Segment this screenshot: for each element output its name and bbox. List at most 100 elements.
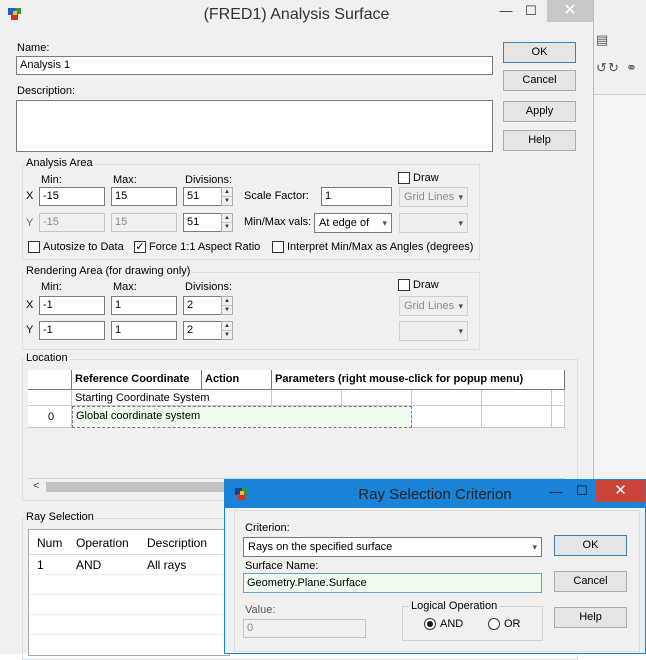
apply-button[interactable]: Apply	[503, 101, 576, 122]
or-radio[interactable]	[488, 618, 500, 630]
cancel-button[interactable]: Cancel	[503, 70, 576, 91]
value-label: Value:	[245, 604, 276, 616]
location-row-cell[interactable]	[482, 390, 552, 406]
maximize-button[interactable]: ☐	[570, 483, 594, 499]
autosize-label: Autosize to Data	[43, 241, 124, 253]
analysis-x-divisions-spinner[interactable]: ▲ ▼	[221, 187, 233, 206]
spin-down-icon[interactable]: ▼	[222, 331, 232, 339]
minmax-vals-select[interactable]: At edge of ▾	[314, 213, 392, 233]
scroll-left-icon[interactable]: <	[33, 480, 39, 492]
rendering-y-max-input[interactable]: 1	[111, 321, 177, 340]
analysis-y-divisions-spinner[interactable]: ▲ ▼	[221, 213, 233, 232]
autosize-checkbox[interactable]	[28, 241, 40, 253]
rendering-x-divisions-spinner[interactable]: ▲ ▼	[221, 296, 233, 315]
spin-up-icon[interactable]: ▲	[222, 188, 232, 197]
rendering-y-divisions-input[interactable]: 2	[183, 321, 222, 340]
ray-row-description: All rays	[147, 558, 187, 572]
analysis-y-divisions-input[interactable]: 51	[183, 213, 222, 232]
location-row-ref-selected[interactable]: Global coordinate system	[72, 406, 412, 428]
spin-down-icon[interactable]: ▼	[222, 306, 232, 314]
rendering-draw-label: Draw	[413, 279, 439, 291]
scale-factor-input[interactable]: 1	[321, 187, 392, 206]
location-row-cell[interactable]	[412, 406, 482, 428]
spin-up-icon[interactable]: ▲	[222, 297, 232, 306]
ray-header-description[interactable]: Description	[147, 536, 207, 550]
rendering-x-min-input[interactable]: -1	[39, 296, 105, 315]
dialog-ok-button[interactable]: OK	[554, 535, 627, 556]
location-header-action[interactable]: Action	[202, 370, 272, 390]
force-aspect-checkbox[interactable]: ✓	[134, 241, 146, 253]
surface-name-input[interactable]: Geometry.Plane.Surface	[243, 573, 542, 593]
value-input[interactable]: 0	[243, 619, 366, 638]
table-row[interactable]: 1 AND All rays	[29, 554, 229, 575]
location-row-cell[interactable]	[272, 390, 342, 406]
help-button[interactable]: Help	[503, 130, 576, 151]
dialog-help-button[interactable]: Help	[554, 607, 627, 628]
spin-down-icon[interactable]: ▼	[222, 197, 232, 205]
analysis-x-max-input[interactable]: 15	[111, 187, 177, 206]
ray-row-operation: AND	[76, 558, 102, 572]
analysis-x-min-input[interactable]: -15	[39, 187, 105, 206]
spin-up-icon[interactable]: ▲	[222, 214, 232, 223]
maximize-button[interactable]: ☐	[518, 2, 544, 22]
close-button[interactable]: ✕	[547, 0, 593, 22]
spin-up-icon[interactable]: ▲	[222, 322, 232, 331]
location-row-cell[interactable]	[552, 390, 565, 406]
location-row-cell[interactable]	[482, 406, 552, 428]
location-grid[interactable]: Reference Coordinate Action Parameters (…	[28, 370, 565, 496]
ray-header-num[interactable]: Num	[37, 536, 62, 550]
minimize-button[interactable]: —	[544, 484, 568, 499]
location-row-ref[interactable]: Starting Coordinate System	[72, 390, 272, 406]
location-header-parameters[interactable]: Parameters (right mouse-click for popup …	[272, 370, 565, 390]
rendering-area-title: Rendering Area (for drawing only)	[24, 265, 193, 277]
ray-selection-grid[interactable]: Num Operation Description 1 AND All rays	[28, 529, 230, 656]
analysis-color-select[interactable]: ▾	[399, 213, 468, 233]
interpret-angles-checkbox[interactable]	[272, 241, 284, 253]
spin-down-icon[interactable]: ▼	[222, 223, 232, 231]
dialog-cancel-button[interactable]: Cancel	[554, 571, 627, 592]
and-radio[interactable]	[424, 618, 436, 630]
minmax-vals-label: Min/Max vals:	[244, 216, 312, 228]
chevron-down-icon: ▾	[458, 192, 463, 202]
analysis-grid-lines-value: Grid Lines	[404, 191, 455, 203]
description-textarea[interactable]	[16, 100, 493, 152]
force-aspect-label: Force 1:1 Aspect Ratio	[149, 241, 261, 253]
rendering-y-min-input[interactable]: -1	[39, 321, 105, 340]
surface-name-label: Surface Name:	[245, 560, 319, 572]
background-toolbar: ▤ ↺ ↻ ⚭	[594, 0, 646, 95]
analysis-y-min-input[interactable]: -15	[39, 213, 105, 232]
analysis-x-divisions-input[interactable]: 51	[183, 187, 222, 206]
analysis-grid-lines-select[interactable]: Grid Lines ▾	[399, 187, 468, 207]
rendering-y-divisions-spinner[interactable]: ▲ ▼	[221, 321, 233, 340]
undo-icon[interactable]: ↺	[596, 60, 607, 76]
location-header-ref[interactable]: Reference Coordinate	[72, 370, 202, 390]
rendering-draw-checkbox[interactable]	[398, 279, 410, 291]
document-icon[interactable]: ▤	[596, 32, 608, 48]
location-row-cell[interactable]	[552, 406, 565, 428]
rendering-color-select[interactable]: ▾	[399, 321, 468, 341]
rendering-x-divisions-input[interactable]: 2	[183, 296, 222, 315]
criterion-select[interactable]: Rays on the specified surface ▾	[243, 537, 542, 557]
dialog-title-bar: Ray Selection Criterion — ☐ ✕	[225, 480, 645, 508]
location-row-cell[interactable]	[342, 390, 412, 406]
ok-button[interactable]: OK	[503, 42, 576, 63]
location-row-cell[interactable]	[412, 390, 482, 406]
name-input[interactable]: Analysis 1	[16, 56, 493, 75]
ray-selection-criterion-dialog: Ray Selection Criterion — ☐ ✕ Criterion:…	[224, 479, 646, 654]
rendering-y-label: Y	[26, 324, 34, 336]
ray-selection-title: Ray Selection	[24, 511, 96, 523]
analysis-divisions-label: Divisions:	[185, 174, 233, 186]
analysis-draw-checkbox[interactable]	[398, 172, 410, 184]
location-scroll-thumb[interactable]	[46, 482, 226, 492]
analysis-x-label: X	[26, 190, 34, 202]
ray-header-operation[interactable]: Operation	[76, 536, 129, 550]
binoculars-icon[interactable]: ⚭	[626, 60, 637, 76]
interpret-angles-label: Interpret Min/Max as Angles (degrees)	[287, 241, 474, 253]
analysis-y-max-input[interactable]: 15	[111, 213, 177, 232]
scale-factor-label: Scale Factor:	[244, 190, 309, 202]
redo-icon[interactable]: ↻	[608, 60, 619, 76]
minimize-button[interactable]: —	[493, 2, 519, 22]
close-button[interactable]: ✕	[596, 480, 645, 502]
rendering-x-max-input[interactable]: 1	[111, 296, 177, 315]
rendering-grid-lines-select[interactable]: Grid Lines ▾	[399, 296, 468, 316]
